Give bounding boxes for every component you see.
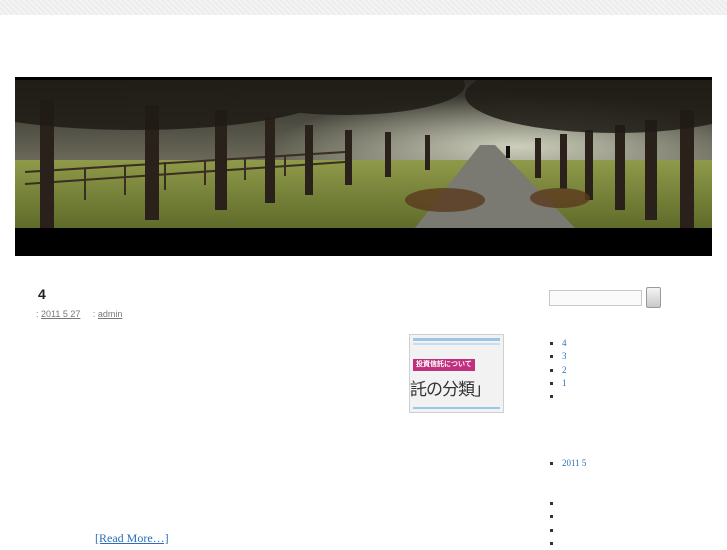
thumbnail-stripe [413,343,500,345]
read-more-link[interactable]: [Read More…] [95,531,169,546]
archive-link[interactable]: 2011 5 [562,458,586,468]
header-banner-image [15,80,712,228]
list-item: 4 [549,337,567,350]
thumbnail-stripe [413,338,500,341]
recent-post-link[interactable]: 1 [562,378,567,388]
list-item: 2 [549,364,567,377]
recent-post-link[interactable]: 2 [562,365,567,375]
post-meta: : 2011 5 27 : admin [36,309,122,319]
list-item: 1 [549,377,567,390]
list-item: 2011 5 [549,457,586,470]
post-date-link[interactable]: 2011 5 27 [41,309,80,319]
recent-post-link[interactable]: 3 [562,351,567,361]
search-button[interactable] [646,287,661,308]
thumbnail-stripe [413,407,500,409]
search-input[interactable] [549,290,642,306]
list-item [549,510,562,523]
top-pattern-strip [0,0,727,15]
post-title[interactable]: 4 [38,286,46,302]
recent-posts-list: 4 3 2 1 [549,337,567,403]
list-item [549,537,562,550]
list-item [549,497,562,510]
list-item [549,524,562,537]
list-item [549,390,567,403]
sidebar-other-list [549,497,562,550]
post-thumbnail[interactable]: 投資信託について 託の分類」 [409,334,504,413]
thumbnail-tag: 投資信託について [413,359,475,371]
thumbnail-headline: 託の分類」 [410,380,491,400]
recent-post-link[interactable]: 4 [562,338,567,348]
archives-list: 2011 5 [549,457,586,470]
post-author-link[interactable]: admin [98,309,123,319]
site-header [15,77,712,256]
list-item: 3 [549,350,567,363]
